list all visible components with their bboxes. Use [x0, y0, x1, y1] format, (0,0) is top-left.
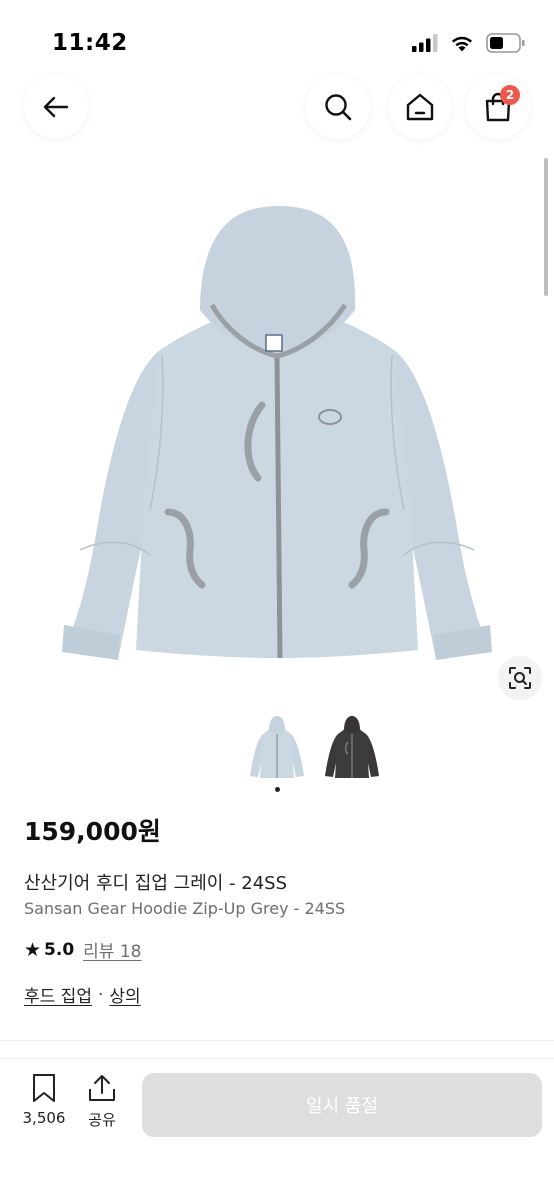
cart-count-badge: 2	[500, 85, 520, 105]
divider	[0, 1040, 554, 1041]
thumbnail-grey[interactable]	[247, 716, 307, 782]
category-link-hood-zipup[interactable]: 후드 집업	[24, 982, 92, 1007]
review-link[interactable]: 리뷰 18	[83, 937, 141, 962]
battery-icon	[486, 33, 525, 53]
lens-search-icon	[509, 667, 531, 689]
search-icon	[325, 94, 352, 121]
rating-value: 5.0	[44, 939, 75, 960]
product-main-image[interactable]	[0, 160, 554, 700]
image-search-button[interactable]	[498, 656, 542, 700]
thumbnail-charcoal[interactable]	[322, 716, 382, 782]
back-button[interactable]	[24, 75, 88, 139]
arrow-left-icon	[43, 96, 69, 118]
save-count: 3,506	[22, 1109, 66, 1127]
product-name-english: Sansan Gear Hoodie Zip-Up Grey - 24SS	[24, 899, 346, 918]
share-label: 공유	[88, 1111, 116, 1129]
hoodie-grey-thumbnail-icon	[250, 716, 304, 778]
wifi-icon	[452, 36, 472, 52]
product-price: 159,000원	[24, 817, 161, 846]
share-icon	[89, 1075, 115, 1101]
category-breadcrumb: 후드 집업 · 상의	[24, 982, 141, 1008]
bookmark-icon	[33, 1074, 55, 1102]
share-button[interactable]: 공유	[74, 1073, 130, 1130]
hoodie-charcoal-thumbnail-icon	[325, 716, 379, 778]
home-icon	[406, 93, 434, 121]
product-thumbnails	[0, 716, 554, 786]
bottom-action-bar: 3,506 공유 일시 품절	[0, 1059, 554, 1200]
home-button[interactable]	[388, 75, 452, 139]
rating-row: ★ 5.0 리뷰 18	[24, 937, 142, 963]
status-bar: 11:42	[0, 0, 554, 80]
thumbnail-indicator-dot	[275, 787, 280, 792]
hoodie-image	[62, 205, 492, 660]
search-button[interactable]	[306, 75, 370, 139]
save-button[interactable]: 3,506	[16, 1073, 72, 1127]
status-icons	[412, 33, 526, 53]
top-nav: 2	[0, 75, 554, 141]
product-name-korean: 산산기어 후디 집업 그레이 - 24SS	[24, 873, 288, 894]
cart-button[interactable]: 2	[466, 75, 530, 139]
status-time: 11:42	[52, 30, 128, 56]
signal-icon	[412, 34, 438, 52]
category-separator: ·	[97, 984, 104, 1005]
category-link-tops[interactable]: 상의	[109, 982, 140, 1007]
star-icon: ★	[24, 938, 42, 961]
sold-out-button[interactable]: 일시 품절	[142, 1073, 542, 1137]
